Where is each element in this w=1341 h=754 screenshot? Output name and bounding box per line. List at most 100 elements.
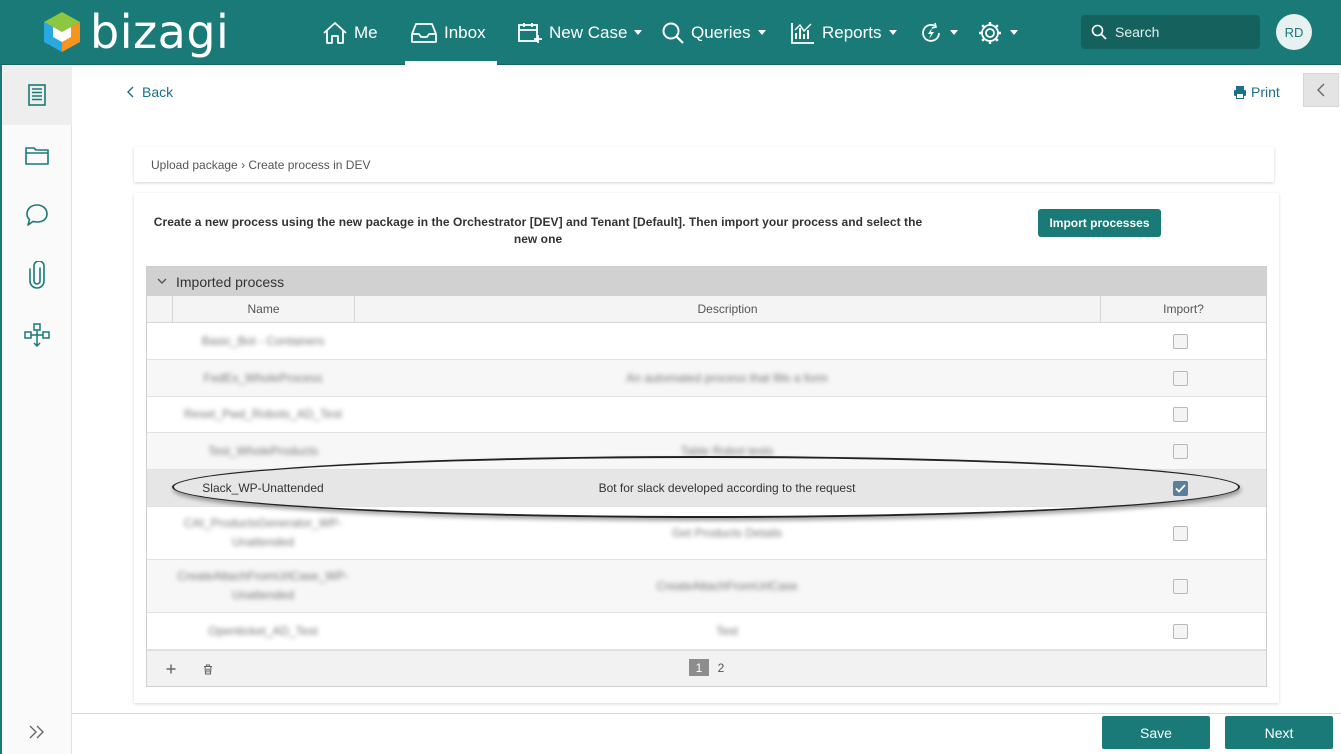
table-row[interactable]: Openticket_AD_Test Test <box>147 613 1266 650</box>
grid-title: Imported process <box>176 273 285 290</box>
table-row[interactable]: CAI_ProductsGenerator_WP-Unattended Get … <box>147 507 1266 560</box>
row-description-cell: An automated process that fills a form <box>626 370 828 385</box>
double-chevron-right-icon <box>29 725 44 739</box>
row-import-cell <box>1100 433 1260 469</box>
row-import-cell <box>1100 397 1260 432</box>
sidebar-expand-button[interactable] <box>2 720 72 744</box>
import-checkbox-checked[interactable] <box>1172 480 1188 496</box>
pagination-page[interactable]: 2 <box>711 659 731 676</box>
nav-new-case[interactable]: New Case <box>517 0 643 65</box>
top-navigation-bar: bizagi Me Inbox New Case Queries Reports… <box>0 0 1341 65</box>
right-panel-toggle[interactable] <box>1303 73 1339 107</box>
import-checkbox[interactable] <box>1172 333 1188 349</box>
row-description-cell <box>354 397 1100 432</box>
left-sidebar <box>0 65 72 754</box>
nav-queries-label: Queries <box>691 22 751 42</box>
column-header-import[interactable]: Import? <box>1100 296 1266 322</box>
folder-icon <box>25 147 49 165</box>
table-row-selected[interactable]: Slack_WP-Unattended Bot for slack develo… <box>147 470 1266 507</box>
next-button[interactable]: Next <box>1225 716 1333 749</box>
search-input[interactable] <box>1115 24 1255 40</box>
row-name-cell: Basic_Bot - Containers <box>201 333 325 348</box>
chart-icon <box>791 22 814 44</box>
gear-icon <box>979 21 1001 44</box>
row-name-cell: CreateAttachFromUrlCase_WP-Unattended <box>177 569 349 602</box>
process-map-icon <box>24 323 50 348</box>
sidebar-item-folders[interactable] <box>2 125 72 185</box>
print-label: Print <box>1251 84 1280 100</box>
row-import-cell <box>1100 323 1260 359</box>
home-icon <box>323 21 347 44</box>
chat-icon <box>26 204 48 226</box>
nav-new-case-label: New Case <box>549 22 628 42</box>
nav-settings-menu[interactable] <box>977 0 1018 65</box>
row-name-cell: FedEx_WholeProcess <box>203 370 323 385</box>
import-checkbox[interactable] <box>1172 407 1188 422</box>
paperclip-icon <box>29 261 45 289</box>
sidebar-item-details[interactable] <box>2 65 72 125</box>
row-description-cell: CreateAttachFromUrlCase <box>656 578 798 593</box>
chevron-down-icon <box>634 30 643 35</box>
chevron-down-icon <box>1010 30 1018 35</box>
nav-me-label: Me <box>354 22 378 42</box>
chevron-left-icon <box>1317 83 1325 97</box>
bizagi-cube-icon <box>44 12 80 52</box>
nav-me[interactable]: Me <box>322 0 378 65</box>
delete-row-button[interactable] <box>198 659 218 679</box>
import-checkbox[interactable] <box>1172 443 1188 459</box>
search-box[interactable] <box>1081 15 1260 49</box>
nav-reports[interactable]: Reports <box>790 0 897 65</box>
imported-process-grid: Imported process Name Description Import… <box>146 266 1267 687</box>
bizagi-logo[interactable]: bizagi <box>42 5 229 59</box>
nav-inbox[interactable]: Inbox <box>410 0 486 65</box>
table-row[interactable]: Basic_Bot - Containers <box>147 323 1266 360</box>
breadcrumb: Upload package › Create process in DEV <box>134 147 1274 182</box>
chevron-down-icon <box>757 30 766 35</box>
plus-icon <box>166 664 176 674</box>
nav-queries[interactable]: Queries <box>661 0 766 65</box>
grid-title-bar[interactable]: Imported process <box>147 267 1266 296</box>
table-row[interactable]: Test_WholeProducts Table Robot tests <box>147 433 1266 470</box>
row-import-cell <box>1100 470 1260 506</box>
user-avatar[interactable]: RD <box>1276 14 1312 50</box>
sidebar-item-attachments[interactable] <box>2 245 72 305</box>
import-checkbox[interactable] <box>1172 623 1188 639</box>
row-import-cell <box>1100 360 1260 396</box>
grid-header-row: Name Description Import? <box>147 296 1266 323</box>
inbox-icon <box>411 22 437 43</box>
chevron-down-icon <box>950 30 958 35</box>
back-link[interactable]: Back <box>126 84 173 100</box>
row-name-cell: CAI_ProductsGenerator_WP-Unattended <box>183 516 343 549</box>
grid-footer: 1 2 <box>147 650 1266 686</box>
import-checkbox[interactable] <box>1172 525 1188 541</box>
add-row-button[interactable] <box>161 659 181 679</box>
chevron-down-icon <box>888 30 897 35</box>
search-icon <box>1091 24 1107 40</box>
nav-reports-label: Reports <box>822 22 882 42</box>
pagination-page-current[interactable]: 1 <box>689 659 709 676</box>
import-checkbox[interactable] <box>1172 370 1188 386</box>
row-description-cell: Table Robot tests <box>680 443 774 458</box>
nav-active-indicator <box>405 61 497 65</box>
sidebar-item-process-map[interactable] <box>2 305 72 365</box>
sidebar-item-comments[interactable] <box>2 185 72 245</box>
row-name-cell: Openticket_AD_Test <box>208 623 318 638</box>
list-icon <box>28 84 46 106</box>
trash-icon <box>204 663 212 675</box>
table-row[interactable]: Reset_Pwd_Robots_AD_Test <box>147 397 1266 433</box>
table-row[interactable]: CreateAttachFromUrlCase_WP-Unattended Cr… <box>147 560 1266 613</box>
column-header-description[interactable]: Description <box>354 296 1100 322</box>
column-header-name[interactable]: Name <box>172 296 354 322</box>
row-name-cell: Test_WholeProducts <box>207 443 319 458</box>
checkmark-icon <box>1174 483 1186 493</box>
print-button[interactable]: Print <box>1233 84 1280 100</box>
lightning-refresh-icon <box>922 22 940 42</box>
row-description-cell: Bot for slack developed according to the… <box>598 480 856 495</box>
save-button[interactable]: Save <box>1102 716 1210 749</box>
row-import-cell <box>1100 560 1260 612</box>
import-checkbox[interactable] <box>1172 578 1188 594</box>
import-processes-button[interactable]: Import processes <box>1038 209 1161 237</box>
table-row[interactable]: FedEx_WholeProcess An automated process … <box>147 360 1266 397</box>
row-name-cell: Reset_Pwd_Robots_AD_Test <box>183 407 343 421</box>
nav-automation-menu[interactable] <box>919 0 958 65</box>
